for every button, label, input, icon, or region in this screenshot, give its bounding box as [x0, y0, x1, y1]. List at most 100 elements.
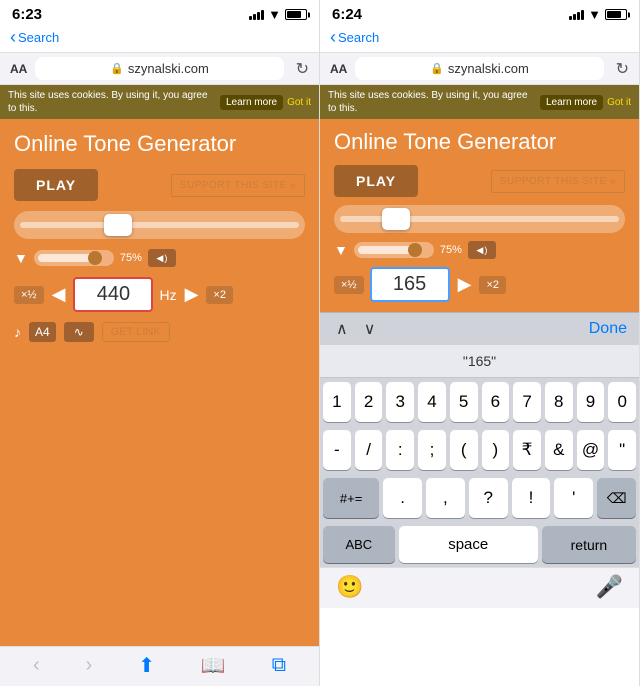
lock-icon-left: 🔒: [110, 62, 124, 75]
kb-key-comma[interactable]: ,: [426, 478, 465, 518]
double-button-right[interactable]: ×2: [479, 276, 506, 294]
forward-nav-icon-left[interactable]: ›: [86, 654, 93, 677]
mic-icon[interactable]: 🎤: [596, 574, 623, 600]
kb-key-1[interactable]: 1: [323, 382, 351, 422]
kb-key-question[interactable]: ?: [469, 478, 508, 518]
aa-text-left[interactable]: AA: [10, 62, 27, 76]
got-it-button-left[interactable]: Got it: [287, 97, 311, 108]
kb-key-colon[interactable]: :: [386, 430, 414, 470]
learn-more-button-right[interactable]: Learn more: [540, 95, 603, 110]
cookie-text-left: This site uses cookies. By using it, you…: [8, 89, 216, 115]
kb-key-slash[interactable]: /: [355, 430, 383, 470]
kb-key-2[interactable]: 2: [355, 382, 383, 422]
volume-pct-right: 75%: [440, 244, 462, 256]
wifi-icon-left: ▼: [268, 7, 281, 22]
kb-key-exclaim[interactable]: !: [512, 478, 551, 518]
kb-key-amp[interactable]: &: [545, 430, 573, 470]
kb-key-dot[interactable]: .: [383, 478, 422, 518]
kb-key-3[interactable]: 3: [386, 382, 414, 422]
kb-key-abc[interactable]: ABC: [323, 526, 395, 563]
kb-key-rupee[interactable]: ₹: [513, 430, 541, 470]
page-title-right: Online Tone Generator: [334, 129, 625, 155]
kb-key-9[interactable]: 9: [577, 382, 605, 422]
freq-up-button-right[interactable]: ▶: [456, 274, 474, 295]
address-field-left[interactable]: 🔒 szynalski.com: [35, 57, 283, 80]
address-bar-left: AA 🔒 szynalski.com ↻: [0, 52, 319, 85]
kb-down-arrow[interactable]: ∨: [360, 319, 380, 339]
refresh-icon-left[interactable]: ↻: [296, 59, 309, 79]
battery-icon-right: [605, 9, 627, 20]
emoji-icon[interactable]: 🙂: [336, 574, 363, 600]
kb-key-5[interactable]: 5: [450, 382, 478, 422]
keyboard-area: 1 2 3 4 5 6 7 8 9 0 - / : ; ( ) ₹ & @ " …: [320, 378, 639, 567]
kb-key-0[interactable]: 0: [608, 382, 636, 422]
search-label-right[interactable]: Search: [338, 30, 379, 45]
freq-display-right[interactable]: 165: [370, 267, 450, 302]
got-it-button-right[interactable]: Got it: [607, 97, 631, 108]
freq-up-button-left[interactable]: ▶: [183, 284, 201, 305]
back-nav-icon-left[interactable]: ‹: [33, 654, 40, 677]
kb-key-lparen[interactable]: (: [450, 430, 478, 470]
status-icons-left: ▼: [249, 7, 307, 22]
freq-display-left[interactable]: 440: [73, 277, 153, 312]
freq-down-button-left[interactable]: ◀: [50, 284, 68, 305]
cookie-banner-right: This site uses cookies. By using it, you…: [320, 85, 639, 119]
aa-text-right[interactable]: AA: [330, 62, 347, 76]
double-button-left[interactable]: ×2: [206, 286, 233, 304]
kb-key-semicolon[interactable]: ;: [418, 430, 446, 470]
kb-key-4[interactable]: 4: [418, 382, 446, 422]
kb-suggestion-bar[interactable]: "165": [320, 345, 639, 378]
support-button-left[interactable]: SUPPORT THIS SITE »: [171, 174, 305, 197]
tabs-icon-left[interactable]: ⧉: [272, 654, 286, 677]
bookmarks-icon-left[interactable]: 📖: [201, 653, 226, 678]
search-label-left[interactable]: Search: [18, 30, 59, 45]
kb-key-delete[interactable]: ⌫: [597, 478, 636, 518]
freq-control-row-right: ×½ 165 ▶ ×2: [334, 267, 625, 302]
kb-key-minus[interactable]: -: [323, 430, 351, 470]
kb-key-apostrophe[interactable]: ': [554, 478, 593, 518]
get-link-button-left[interactable]: GET LINK: [102, 322, 170, 342]
battery-icon-left: [285, 9, 307, 20]
kb-key-rparen[interactable]: ): [482, 430, 510, 470]
kb-done-button[interactable]: Done: [589, 320, 627, 338]
learn-more-button-left[interactable]: Learn more: [220, 95, 283, 110]
back-arrow-left[interactable]: ‹: [10, 27, 16, 48]
kb-key-7[interactable]: 7: [513, 382, 541, 422]
kb-key-6[interactable]: 6: [482, 382, 510, 422]
kb-key-return[interactable]: return: [542, 526, 636, 563]
cookie-text-right: This site uses cookies. By using it, you…: [328, 89, 536, 115]
speaker-icon-left[interactable]: ◀ ): [148, 249, 176, 267]
freq-slider-thumb-right: [382, 208, 410, 230]
kb-row-symbols: - / : ; ( ) ₹ & @ ": [320, 426, 639, 474]
kb-key-8[interactable]: 8: [545, 382, 573, 422]
play-button-left[interactable]: PLAY: [14, 169, 98, 201]
status-bar-right: 6:24 ▼: [320, 0, 639, 25]
freq-value-right: 165: [393, 273, 426, 295]
half-button-left[interactable]: ×½: [14, 286, 44, 304]
support-button-right[interactable]: SUPPORT THIS SITE »: [491, 170, 625, 193]
speaker-icon-right[interactable]: ◀ ): [468, 241, 496, 259]
play-button-right[interactable]: PLAY: [334, 165, 418, 197]
kb-key-at[interactable]: @: [577, 430, 605, 470]
kb-key-space[interactable]: space: [399, 526, 538, 563]
volume-slider-left[interactable]: [34, 250, 114, 266]
volume-fill-right: [358, 246, 412, 254]
volume-slider-right[interactable]: [354, 242, 434, 258]
kb-key-quote[interactable]: ": [608, 430, 636, 470]
share-icon-left[interactable]: ⬆: [138, 653, 155, 678]
top-buttons-right: PLAY SUPPORT THIS SITE »: [334, 165, 625, 197]
kb-arrows: ∧ ∨: [332, 319, 379, 339]
back-arrow-right[interactable]: ‹: [330, 27, 336, 48]
kb-up-arrow[interactable]: ∧: [332, 319, 352, 339]
volume-icon-left: ▼: [14, 250, 28, 266]
wave-button-left[interactable]: ∿: [64, 322, 94, 342]
address-field-right[interactable]: 🔒 szynalski.com: [355, 57, 603, 80]
freq-slider-thumb-left: [104, 214, 132, 236]
refresh-icon-right[interactable]: ↻: [616, 59, 629, 79]
freq-slider-left[interactable]: [14, 211, 305, 239]
half-button-right[interactable]: ×½: [334, 276, 364, 294]
kb-key-hashplus[interactable]: #+=: [323, 478, 379, 518]
page-title-left: Online Tone Generator: [14, 131, 305, 157]
note-select-left[interactable]: A4: [29, 322, 56, 342]
freq-slider-right[interactable]: [334, 205, 625, 233]
